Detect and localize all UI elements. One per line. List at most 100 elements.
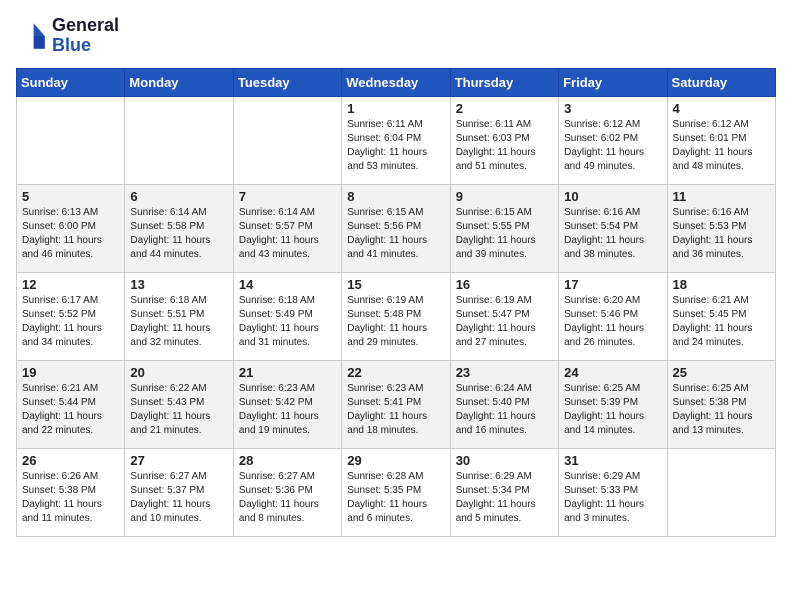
cell-text: Sunrise: 6:18 AM Sunset: 5:51 PM Dayligh… — [130, 294, 227, 350]
day-number: 25 — [673, 365, 770, 380]
calendar-cell: 13 Sunrise: 6:18 AM Sunset: 5:51 PM Dayli… — [125, 272, 233, 360]
cell-text: Sunrise: 6:22 AM Sunset: 5:43 PM Dayligh… — [130, 382, 227, 438]
day-number: 3 — [564, 101, 661, 116]
cell-text: Sunrise: 6:16 AM Sunset: 5:54 PM Dayligh… — [564, 206, 661, 262]
calendar-cell: 1 Sunrise: 6:11 AM Sunset: 6:04 PM Daylig… — [342, 96, 450, 184]
cell-text: Sunrise: 6:25 AM Sunset: 5:39 PM Dayligh… — [564, 382, 661, 438]
calendar-cell: 21Sunrise: 6:23 AM Sunset: 5:42 PM Dayli… — [233, 360, 341, 448]
cell-text: Sunrise: 6:20 AM Sunset: 5:46 PM Dayligh… — [564, 294, 661, 350]
calendar-cell: 15 Sunrise: 6:19 AM Sunset: 5:48 PM Dayli… — [342, 272, 450, 360]
calendar-cell: 8Sunrise: 6:15 AM Sunset: 5:56 PM Daylig… — [342, 184, 450, 272]
day-number: 19 — [22, 365, 119, 380]
cell-text: Sunrise: 6:21 AM Sunset: 5:44 PM Dayligh… — [22, 382, 119, 438]
cell-text: Sunrise: 6:27 AM Sunset: 5:37 PM Dayligh… — [130, 470, 227, 526]
calendar-cell: 30Sunrise: 6:29 AM Sunset: 5:34 PM Dayli… — [450, 448, 558, 536]
cell-text: Sunrise: 6:16 AM Sunset: 5:53 PM Dayligh… — [673, 206, 770, 262]
calendar-cell: 28 Sunrise: 6:27 AM Sunset: 5:36 PM Dayli… — [233, 448, 341, 536]
calendar-cell: 3 Sunrise: 6:12 AM Sunset: 6:02 PM Daylig… — [559, 96, 667, 184]
calendar-cell: 23 Sunrise: 6:24 AM Sunset: 5:40 PM Dayli… — [450, 360, 558, 448]
cell-text: Sunrise: 6:24 AM Sunset: 5:40 PM Dayligh… — [456, 382, 553, 438]
cell-text: Sunrise: 6:25 AM Sunset: 5:38 PM Dayligh… — [673, 382, 770, 438]
cell-text: Sunrise: 6:17 AM Sunset: 5:52 PM Dayligh… — [22, 294, 119, 350]
calendar-table: SundayMondayTuesdayWednesdayThursdayFrid… — [16, 68, 776, 537]
day-number: 2 — [456, 101, 553, 116]
cell-text: Sunrise: 6:12 AM Sunset: 6:02 PM Dayligh… — [564, 118, 661, 174]
cell-text: Sunrise: 6:19 AM Sunset: 5:48 PM Dayligh… — [347, 294, 444, 350]
day-header-friday: Friday — [559, 68, 667, 96]
calendar-cell: 10 Sunrise: 6:16 AM Sunset: 5:54 PM Dayli… — [559, 184, 667, 272]
calendar-cell: 4 Sunrise: 6:12 AM Sunset: 6:01 PM Daylig… — [667, 96, 775, 184]
day-number: 29 — [347, 453, 444, 468]
calendar-cell: 6 Sunrise: 6:14 AM Sunset: 5:58 PM Daylig… — [125, 184, 233, 272]
calendar-cell: 22 Sunrise: 6:23 AM Sunset: 5:41 PM Dayli… — [342, 360, 450, 448]
day-number: 17 — [564, 277, 661, 292]
day-number: 4 — [673, 101, 770, 116]
day-number: 16 — [456, 277, 553, 292]
calendar-header-row: SundayMondayTuesdayWednesdayThursdayFrid… — [17, 68, 776, 96]
calendar-cell: 19 Sunrise: 6:21 AM Sunset: 5:44 PM Dayli… — [17, 360, 125, 448]
calendar-cell: 12 Sunrise: 6:17 AM Sunset: 5:52 PM Dayli… — [17, 272, 125, 360]
cell-text: Sunrise: 6:13 AM Sunset: 6:00 PM Dayligh… — [22, 206, 119, 262]
calendar-cell: 18Sunrise: 6:21 AM Sunset: 5:45 PM Dayli… — [667, 272, 775, 360]
calendar-cell — [125, 96, 233, 184]
calendar-week-row: 12 Sunrise: 6:17 AM Sunset: 5:52 PM Dayli… — [17, 272, 776, 360]
day-header-thursday: Thursday — [450, 68, 558, 96]
cell-text: Sunrise: 6:11 AM Sunset: 6:03 PM Dayligh… — [456, 118, 553, 174]
calendar-cell: 7Sunrise: 6:14 AM Sunset: 5:57 PM Daylig… — [233, 184, 341, 272]
day-number: 10 — [564, 189, 661, 204]
calendar-cell: 27Sunrise: 6:27 AM Sunset: 5:37 PM Dayli… — [125, 448, 233, 536]
day-number: 23 — [456, 365, 553, 380]
day-number: 28 — [239, 453, 336, 468]
calendar-cell: 29Sunrise: 6:28 AM Sunset: 5:35 PM Dayli… — [342, 448, 450, 536]
cell-text: Sunrise: 6:14 AM Sunset: 5:57 PM Dayligh… — [239, 206, 336, 262]
day-number: 1 — [347, 101, 444, 116]
day-number: 5 — [22, 189, 119, 204]
day-number: 12 — [22, 277, 119, 292]
day-number: 15 — [347, 277, 444, 292]
calendar-cell — [17, 96, 125, 184]
cell-text: Sunrise: 6:26 AM Sunset: 5:38 PM Dayligh… — [22, 470, 119, 526]
day-number: 13 — [130, 277, 227, 292]
calendar-cell: 16 Sunrise: 6:19 AM Sunset: 5:47 PM Dayli… — [450, 272, 558, 360]
calendar-cell — [667, 448, 775, 536]
calendar-cell: 17 Sunrise: 6:20 AM Sunset: 5:46 PM Dayli… — [559, 272, 667, 360]
cell-text: Sunrise: 6:12 AM Sunset: 6:01 PM Dayligh… — [673, 118, 770, 174]
cell-text: Sunrise: 6:19 AM Sunset: 5:47 PM Dayligh… — [456, 294, 553, 350]
calendar-cell: 2 Sunrise: 6:11 AM Sunset: 6:03 PM Daylig… — [450, 96, 558, 184]
day-number: 31 — [564, 453, 661, 468]
cell-text: Sunrise: 6:15 AM Sunset: 5:55 PM Dayligh… — [456, 206, 553, 262]
cell-text: Sunrise: 6:18 AM Sunset: 5:49 PM Dayligh… — [239, 294, 336, 350]
cell-text: Sunrise: 6:23 AM Sunset: 5:41 PM Dayligh… — [347, 382, 444, 438]
day-number: 8 — [347, 189, 444, 204]
cell-text: Sunrise: 6:14 AM Sunset: 5:58 PM Dayligh… — [130, 206, 227, 262]
day-number: 9 — [456, 189, 553, 204]
calendar-cell: 25 Sunrise: 6:25 AM Sunset: 5:38 PM Dayli… — [667, 360, 775, 448]
cell-text: Sunrise: 6:11 AM Sunset: 6:04 PM Dayligh… — [347, 118, 444, 174]
logo-icon — [16, 20, 48, 52]
cell-text: Sunrise: 6:29 AM Sunset: 5:34 PM Dayligh… — [456, 470, 553, 526]
calendar-cell: 20 Sunrise: 6:22 AM Sunset: 5:43 PM Dayli… — [125, 360, 233, 448]
page-header: General Blue — [16, 16, 776, 56]
day-number: 18 — [673, 277, 770, 292]
cell-text: Sunrise: 6:27 AM Sunset: 5:36 PM Dayligh… — [239, 470, 336, 526]
day-number: 24 — [564, 365, 661, 380]
calendar-cell: 5 Sunrise: 6:13 AM Sunset: 6:00 PM Daylig… — [17, 184, 125, 272]
calendar-cell — [233, 96, 341, 184]
calendar-week-row: 19 Sunrise: 6:21 AM Sunset: 5:44 PM Dayli… — [17, 360, 776, 448]
calendar-week-row: 1 Sunrise: 6:11 AM Sunset: 6:04 PM Daylig… — [17, 96, 776, 184]
cell-text: Sunrise: 6:29 AM Sunset: 5:33 PM Dayligh… — [564, 470, 661, 526]
day-header-wednesday: Wednesday — [342, 68, 450, 96]
day-number: 20 — [130, 365, 227, 380]
cell-text: Sunrise: 6:23 AM Sunset: 5:42 PM Dayligh… — [239, 382, 336, 438]
day-header-saturday: Saturday — [667, 68, 775, 96]
logo: General Blue — [16, 16, 119, 56]
calendar-cell: 11Sunrise: 6:16 AM Sunset: 5:53 PM Dayli… — [667, 184, 775, 272]
day-number: 6 — [130, 189, 227, 204]
day-number: 22 — [347, 365, 444, 380]
calendar-cell: 24 Sunrise: 6:25 AM Sunset: 5:39 PM Dayli… — [559, 360, 667, 448]
day-header-tuesday: Tuesday — [233, 68, 341, 96]
day-number: 14 — [239, 277, 336, 292]
logo-text: General Blue — [52, 16, 119, 56]
day-number: 26 — [22, 453, 119, 468]
calendar-cell: 31 Sunrise: 6:29 AM Sunset: 5:33 PM Dayli… — [559, 448, 667, 536]
